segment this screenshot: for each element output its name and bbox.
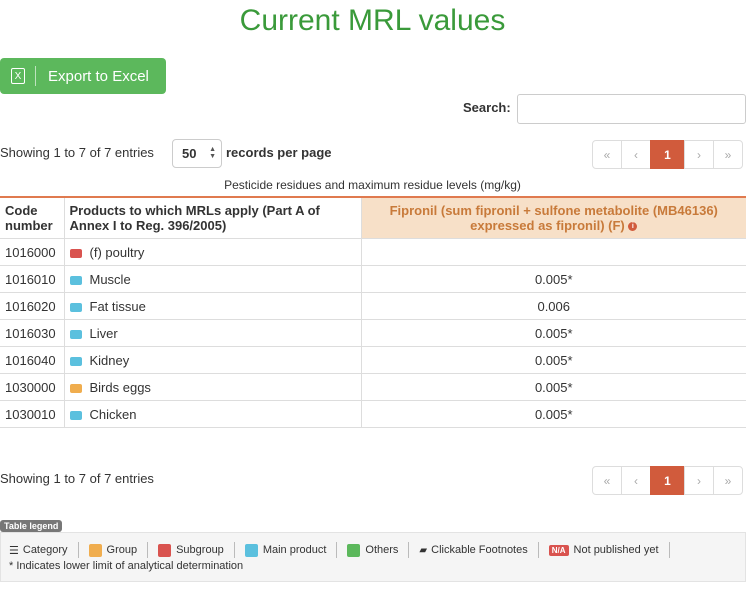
legend-group-label: Group	[106, 544, 138, 556]
page-1-button[interactable]: 1	[650, 466, 685, 495]
next-page-button[interactable]: ›	[684, 466, 714, 495]
last-page-button[interactable]: »	[713, 466, 743, 495]
legend-main-product: Main product	[244, 542, 338, 558]
search-input[interactable]	[517, 94, 746, 124]
prev-page-button[interactable]: ‹	[621, 466, 651, 495]
product-cell: (f) poultry	[64, 238, 362, 266]
header-products[interactable]: Products to which MRLs apply (Part A of …	[64, 197, 362, 239]
table-row: 1030000 Birds eggs 0.005*	[0, 373, 746, 401]
code-cell: 1030010	[0, 400, 65, 428]
legend-subgroup: Subgroup	[158, 542, 235, 558]
mrl-value-cell: 0.005*	[361, 400, 746, 428]
type-swatch	[69, 410, 82, 420]
main-product-swatch	[244, 543, 258, 557]
table-info-bottom: Showing 1 to 7 of 7 entries	[0, 471, 154, 486]
first-page-button[interactable]: «	[592, 140, 622, 169]
table-row: 1016040 Kidney 0.005*	[0, 346, 746, 374]
mrl-value-cell: 0.005*	[361, 346, 746, 374]
legend-note: * Indicates lower limit of analytical de…	[9, 560, 244, 572]
excel-icon: X	[11, 68, 25, 84]
records-per-page-select[interactable]: 50 ▲ ▼	[172, 139, 222, 168]
type-swatch	[69, 248, 82, 258]
group-swatch	[88, 543, 102, 557]
legend-group: Group	[88, 542, 149, 558]
product-cell: Chicken	[64, 400, 362, 428]
header-code[interactable]: Code number	[0, 197, 65, 239]
code-cell: 1030000	[0, 373, 65, 401]
legend-footnotes-label: Clickable Footnotes	[431, 544, 528, 556]
type-swatch	[69, 356, 82, 366]
mrl-value-cell: 0.005*	[361, 373, 746, 401]
code-cell: 1016020	[0, 292, 65, 320]
code-cell: 1016030	[0, 319, 65, 347]
table-row: 1016010 Muscle 0.005*	[0, 265, 746, 293]
code-cell: 1016010	[0, 265, 65, 293]
mrl-value-cell	[361, 238, 746, 266]
select-caret-icon: ▲ ▼	[209, 146, 216, 160]
product-label: Chicken	[89, 406, 137, 422]
legend-not-published-label: Not published yet	[573, 544, 659, 556]
records-per-page-label: records per page	[226, 145, 332, 160]
mrl-value-cell: 0.006	[361, 292, 746, 320]
search-label: Search:	[463, 100, 511, 115]
table-row: 1030010 Chicken 0.005*	[0, 400, 746, 428]
product-label: Muscle	[89, 271, 131, 287]
pagination-top: « ‹ 1 › »	[592, 140, 743, 169]
product-label: Fat tissue	[89, 298, 146, 314]
subgroup-swatch	[158, 543, 172, 557]
header-substance-label: Fipronil (sum fipronil + sulfone metabol…	[389, 203, 718, 233]
legend-tag: Table legend	[0, 520, 63, 532]
product-cell: Birds eggs	[64, 373, 362, 401]
mrl-table: Code number Products to which MRLs apply…	[0, 196, 746, 428]
table-info-top: Showing 1 to 7 of 7 entries	[0, 145, 154, 160]
list-icon: ☰	[9, 544, 19, 557]
product-cell: Fat tissue	[64, 292, 362, 320]
table-row: 1016000 (f) poultry	[0, 238, 746, 266]
mrl-value-cell: 0.005*	[361, 265, 746, 293]
legend-category-label: Category	[22, 544, 68, 556]
prev-page-button[interactable]: ‹	[621, 140, 651, 169]
comment-icon: ▰	[419, 544, 428, 556]
legend-category: ☰ Category	[9, 542, 79, 558]
code-cell: 1016040	[0, 346, 65, 374]
next-page-button[interactable]: ›	[684, 140, 714, 169]
last-page-button[interactable]: »	[713, 140, 743, 169]
first-page-button[interactable]: «	[592, 466, 622, 495]
type-swatch	[69, 329, 82, 339]
records-per-page-value: 50	[182, 146, 197, 161]
product-label: Liver	[89, 325, 118, 341]
table-legend: ☰ Category Group Subgroup Main product O…	[0, 532, 746, 582]
mrl-value-cell: 0.005*	[361, 319, 746, 347]
product-cell: Liver	[64, 319, 362, 347]
product-cell: Kidney	[64, 346, 362, 374]
code-cell: 1016000	[0, 238, 65, 266]
product-label: Birds eggs	[89, 379, 151, 395]
header-substance[interactable]: Fipronil (sum fipronil + sulfone metabol…	[361, 197, 746, 239]
export-excel-button[interactable]: X Export to Excel	[0, 58, 166, 94]
table-row: 1016020 Fat tissue 0.006	[0, 292, 746, 320]
table-caption: Pesticide residues and maximum residue l…	[224, 178, 521, 192]
legend-others: Others	[347, 542, 410, 558]
type-swatch	[69, 275, 82, 285]
legend-others-label: Others	[365, 544, 399, 556]
product-label: Kidney	[89, 352, 130, 368]
pagination-bottom: « ‹ 1 › »	[592, 466, 743, 495]
product-cell: Muscle	[64, 265, 362, 293]
button-separator	[35, 66, 36, 86]
page-1-button[interactable]: 1	[650, 140, 685, 169]
type-swatch	[69, 302, 82, 312]
legend-subgroup-label: Subgroup	[176, 544, 224, 556]
info-icon[interactable]: i	[628, 222, 638, 232]
legend-footnotes: ▰ Clickable Footnotes	[419, 542, 539, 558]
type-swatch	[69, 383, 82, 393]
page-title: Current MRL values	[239, 4, 506, 37]
na-badge: N/A	[548, 544, 569, 556]
legend-not-published: N/A Not published yet	[548, 542, 670, 558]
others-swatch	[347, 543, 361, 557]
table-row: 1016030 Liver 0.005*	[0, 319, 746, 347]
legend-main-product-label: Main product	[262, 544, 327, 556]
product-label: (f) poultry	[89, 244, 145, 260]
export-label: Export to Excel	[48, 67, 149, 85]
